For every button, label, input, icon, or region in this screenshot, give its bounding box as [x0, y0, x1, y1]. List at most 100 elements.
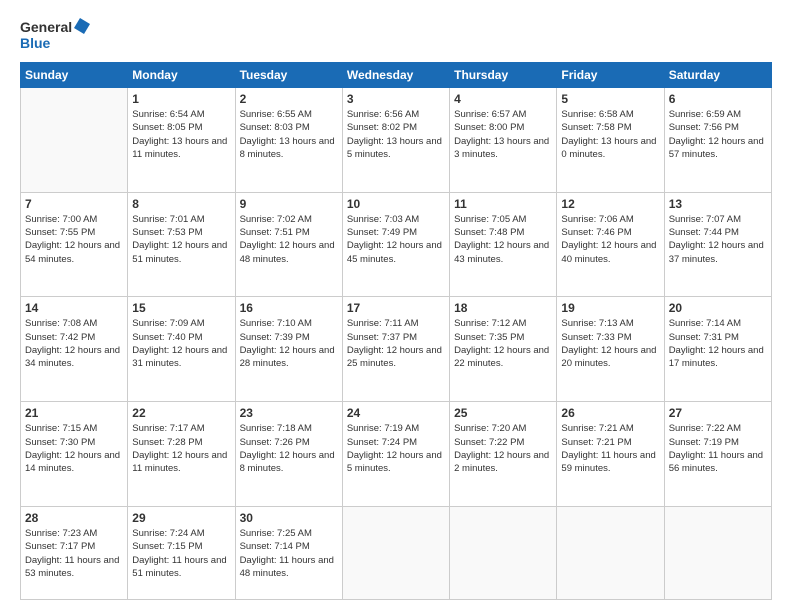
cell-2-5: 19 Sunrise: 7:13 AM Sunset: 7:33 PM Dayli…: [557, 297, 664, 402]
cell-4-3: [342, 506, 449, 599]
day-info: Sunrise: 7:15 AM Sunset: 7:30 PM Dayligh…: [25, 422, 123, 475]
cell-0-1: 1 Sunrise: 6:54 AM Sunset: 8:05 PM Daylig…: [128, 88, 235, 193]
day-number: 21: [25, 406, 123, 420]
cell-1-2: 9 Sunrise: 7:02 AM Sunset: 7:51 PM Daylig…: [235, 192, 342, 297]
cell-2-4: 18 Sunrise: 7:12 AM Sunset: 7:35 PM Dayli…: [450, 297, 557, 402]
day-number: 18: [454, 301, 552, 315]
day-number: 14: [25, 301, 123, 315]
cell-0-4: 4 Sunrise: 6:57 AM Sunset: 8:00 PM Daylig…: [450, 88, 557, 193]
logo: General Blue: [20, 16, 90, 52]
day-number: 10: [347, 197, 445, 211]
day-info: Sunrise: 7:14 AM Sunset: 7:31 PM Dayligh…: [669, 317, 767, 370]
day-info: Sunrise: 6:56 AM Sunset: 8:02 PM Dayligh…: [347, 108, 445, 161]
week-row-4: 21 Sunrise: 7:15 AM Sunset: 7:30 PM Dayli…: [21, 402, 772, 507]
day-info: Sunrise: 7:11 AM Sunset: 7:37 PM Dayligh…: [347, 317, 445, 370]
day-info: Sunrise: 7:03 AM Sunset: 7:49 PM Dayligh…: [347, 213, 445, 266]
day-number: 13: [669, 197, 767, 211]
day-info: Sunrise: 6:57 AM Sunset: 8:00 PM Dayligh…: [454, 108, 552, 161]
cell-2-3: 17 Sunrise: 7:11 AM Sunset: 7:37 PM Dayli…: [342, 297, 449, 402]
day-number: 7: [25, 197, 123, 211]
day-info: Sunrise: 7:10 AM Sunset: 7:39 PM Dayligh…: [240, 317, 338, 370]
cell-0-3: 3Sunrise: 6:56 AM Sunset: 8:02 PM Daylig…: [342, 88, 449, 193]
cell-1-3: 10 Sunrise: 7:03 AM Sunset: 7:49 PM Dayli…: [342, 192, 449, 297]
header-thursday: Thursday: [450, 63, 557, 88]
day-number: 25: [454, 406, 552, 420]
day-number: 17: [347, 301, 445, 315]
week-row-2: 7 Sunrise: 7:00 AM Sunset: 7:55 PM Daylig…: [21, 192, 772, 297]
day-number: 4: [454, 92, 552, 106]
day-number: 16: [240, 301, 338, 315]
day-info: Sunrise: 7:06 AM Sunset: 7:46 PM Dayligh…: [561, 213, 659, 266]
cell-3-4: 25 Sunrise: 7:20 AM Sunset: 7:22 PM Dayli…: [450, 402, 557, 507]
header-saturday: Saturday: [664, 63, 771, 88]
cell-1-1: 8Sunrise: 7:01 AM Sunset: 7:53 PM Daylig…: [128, 192, 235, 297]
cell-2-1: 15 Sunrise: 7:09 AM Sunset: 7:40 PM Dayli…: [128, 297, 235, 402]
svg-text:Blue: Blue: [20, 35, 51, 51]
week-row-1: 1 Sunrise: 6:54 AM Sunset: 8:05 PM Daylig…: [21, 88, 772, 193]
day-info: Sunrise: 7:20 AM Sunset: 7:22 PM Dayligh…: [454, 422, 552, 475]
day-info: Sunrise: 7:19 AM Sunset: 7:24 PM Dayligh…: [347, 422, 445, 475]
day-info: Sunrise: 7:17 AM Sunset: 7:28 PM Dayligh…: [132, 422, 230, 475]
day-info: Sunrise: 6:54 AM Sunset: 8:05 PM Dayligh…: [132, 108, 230, 161]
page-header: General Blue: [20, 16, 772, 52]
day-number: 8: [132, 197, 230, 211]
day-info: Sunrise: 6:58 AM Sunset: 7:58 PM Dayligh…: [561, 108, 659, 161]
header-friday: Friday: [557, 63, 664, 88]
day-info: Sunrise: 7:21 AM Sunset: 7:21 PM Dayligh…: [561, 422, 659, 475]
day-number: 15: [132, 301, 230, 315]
day-info: Sunrise: 7:18 AM Sunset: 7:26 PM Dayligh…: [240, 422, 338, 475]
day-number: 27: [669, 406, 767, 420]
day-info: Sunrise: 7:13 AM Sunset: 7:33 PM Dayligh…: [561, 317, 659, 370]
cell-4-4: [450, 506, 557, 599]
day-number: 2: [240, 92, 338, 106]
day-info: Sunrise: 7:08 AM Sunset: 7:42 PM Dayligh…: [25, 317, 123, 370]
day-info: Sunrise: 7:22 AM Sunset: 7:19 PM Dayligh…: [669, 422, 767, 475]
day-info: Sunrise: 6:55 AM Sunset: 8:03 PM Dayligh…: [240, 108, 338, 161]
cell-3-3: 24 Sunrise: 7:19 AM Sunset: 7:24 PM Dayli…: [342, 402, 449, 507]
svg-text:General: General: [20, 19, 72, 35]
cell-3-1: 22 Sunrise: 7:17 AM Sunset: 7:28 PM Dayli…: [128, 402, 235, 507]
cell-3-2: 23Sunrise: 7:18 AM Sunset: 7:26 PM Dayli…: [235, 402, 342, 507]
day-number: 12: [561, 197, 659, 211]
cell-4-6: [664, 506, 771, 599]
day-number: 20: [669, 301, 767, 315]
day-number: 6: [669, 92, 767, 106]
cell-3-0: 21 Sunrise: 7:15 AM Sunset: 7:30 PM Dayli…: [21, 402, 128, 507]
cell-3-5: 26 Sunrise: 7:21 AM Sunset: 7:21 PM Dayli…: [557, 402, 664, 507]
cell-0-5: 5Sunrise: 6:58 AM Sunset: 7:58 PM Daylig…: [557, 88, 664, 193]
day-number: 29: [132, 511, 230, 525]
day-info: Sunrise: 7:07 AM Sunset: 7:44 PM Dayligh…: [669, 213, 767, 266]
day-info: Sunrise: 7:12 AM Sunset: 7:35 PM Dayligh…: [454, 317, 552, 370]
day-info: Sunrise: 7:02 AM Sunset: 7:51 PM Dayligh…: [240, 213, 338, 266]
day-number: 22: [132, 406, 230, 420]
cell-3-6: 27 Sunrise: 7:22 AM Sunset: 7:19 PM Dayli…: [664, 402, 771, 507]
day-info: Sunrise: 7:09 AM Sunset: 7:40 PM Dayligh…: [132, 317, 230, 370]
calendar-header-row: SundayMondayTuesdayWednesdayThursdayFrid…: [21, 63, 772, 88]
day-info: Sunrise: 7:00 AM Sunset: 7:55 PM Dayligh…: [25, 213, 123, 266]
day-number: 28: [25, 511, 123, 525]
day-number: 11: [454, 197, 552, 211]
day-info: Sunrise: 7:23 AM Sunset: 7:17 PM Dayligh…: [25, 527, 123, 580]
cell-2-0: 14 Sunrise: 7:08 AM Sunset: 7:42 PM Dayli…: [21, 297, 128, 402]
cell-4-1: 29Sunrise: 7:24 AM Sunset: 7:15 PM Dayli…: [128, 506, 235, 599]
cell-0-0: [21, 88, 128, 193]
day-info: Sunrise: 7:25 AM Sunset: 7:14 PM Dayligh…: [240, 527, 338, 580]
header-tuesday: Tuesday: [235, 63, 342, 88]
cell-4-0: 28 Sunrise: 7:23 AM Sunset: 7:17 PM Dayli…: [21, 506, 128, 599]
day-number: 9: [240, 197, 338, 211]
cell-0-6: 6 Sunrise: 6:59 AM Sunset: 7:56 PM Daylig…: [664, 88, 771, 193]
day-info: Sunrise: 6:59 AM Sunset: 7:56 PM Dayligh…: [669, 108, 767, 161]
cell-1-6: 13 Sunrise: 7:07 AM Sunset: 7:44 PM Dayli…: [664, 192, 771, 297]
cell-2-2: 16 Sunrise: 7:10 AM Sunset: 7:39 PM Dayli…: [235, 297, 342, 402]
calendar-table: SundayMondayTuesdayWednesdayThursdayFrid…: [20, 62, 772, 600]
day-info: Sunrise: 7:05 AM Sunset: 7:48 PM Dayligh…: [454, 213, 552, 266]
cell-0-2: 2 Sunrise: 6:55 AM Sunset: 8:03 PM Daylig…: [235, 88, 342, 193]
day-number: 26: [561, 406, 659, 420]
logo-svg: General Blue: [20, 16, 90, 52]
cell-2-6: 20 Sunrise: 7:14 AM Sunset: 7:31 PM Dayli…: [664, 297, 771, 402]
day-number: 19: [561, 301, 659, 315]
day-number: 24: [347, 406, 445, 420]
cell-4-5: [557, 506, 664, 599]
week-row-5: 28 Sunrise: 7:23 AM Sunset: 7:17 PM Dayli…: [21, 506, 772, 599]
day-number: 1: [132, 92, 230, 106]
